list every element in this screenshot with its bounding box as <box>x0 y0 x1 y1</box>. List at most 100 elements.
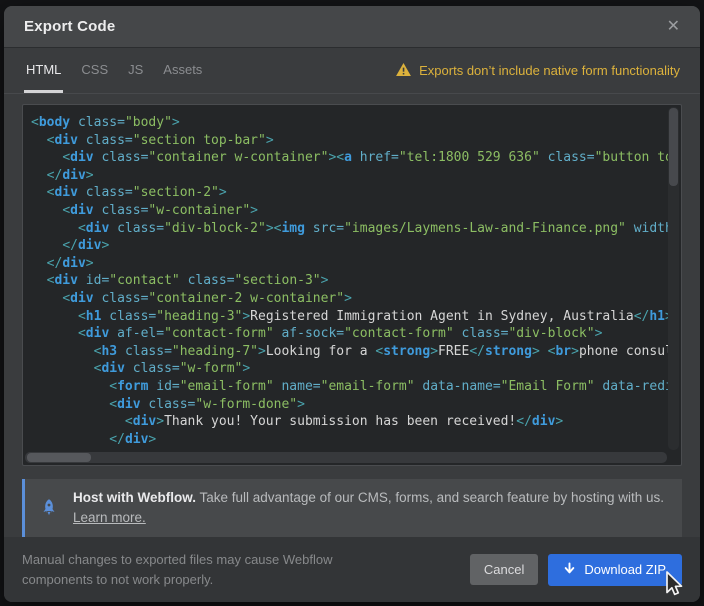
code-token: "email-form" <box>180 379 274 394</box>
code-token: "contact" <box>109 273 179 288</box>
vertical-scrollbar[interactable] <box>668 107 679 450</box>
download-zip-button[interactable]: Download ZIP <box>548 554 682 586</box>
tab-bar: HTML CSS JS Assets Exports don’t include… <box>4 48 700 94</box>
code-token: < <box>78 221 86 236</box>
code-token: </ <box>47 168 63 183</box>
tab-html[interactable]: HTML <box>24 48 63 93</box>
code-token: class= <box>78 115 125 130</box>
code-token: class= <box>86 185 133 200</box>
code-token: div <box>62 168 85 183</box>
code-token: > <box>250 203 258 218</box>
code-token: > <box>242 361 250 376</box>
code-token: div <box>133 414 156 429</box>
code-token: < <box>109 379 117 394</box>
code-token: div <box>86 326 109 341</box>
cancel-button[interactable]: Cancel <box>470 554 538 585</box>
code-token: > <box>297 397 305 412</box>
code-line: <h1 class="heading-3">Registered Immigra… <box>31 308 681 326</box>
code-token: > <box>86 256 94 271</box>
code-token: > <box>148 432 156 447</box>
vertical-scrollbar-thumb[interactable] <box>669 108 678 186</box>
code-token: h1 <box>86 309 102 324</box>
code-token: > <box>172 115 180 130</box>
code-token: br <box>555 344 571 359</box>
code-line: </div> <box>31 255 681 273</box>
horizontal-scrollbar-thumb[interactable] <box>27 453 91 462</box>
horizontal-scrollbar[interactable] <box>25 452 667 463</box>
code-token <box>31 133 47 148</box>
banner-text: Host with Webflow. Take full advantage o… <box>73 488 664 528</box>
rocket-icon <box>25 498 73 518</box>
code-token <box>31 291 62 306</box>
code-token: "Email Form" <box>501 379 595 394</box>
host-with-webflow-banner: Host with Webflow. Take full advantage o… <box>22 479 682 537</box>
code-token <box>31 326 78 341</box>
code-token <box>31 238 62 253</box>
code-token <box>31 256 47 271</box>
code-token: "contact-form" <box>344 326 454 341</box>
code-line: <div class="div-block-2"><img src="image… <box>31 220 681 238</box>
screen: Export Code ✕ HTML CSS JS Assets Exports… <box>0 0 704 606</box>
tab-assets[interactable]: Assets <box>161 48 204 93</box>
close-icon[interactable]: ✕ <box>667 19 680 35</box>
code-token <box>31 309 78 324</box>
code-token <box>540 344 548 359</box>
code-token: >< <box>266 221 282 236</box>
code-token <box>626 221 634 236</box>
footer-note-line1: Manual changes to exported files may cau… <box>22 550 362 570</box>
code-editor[interactable]: <body class="body"> <div class="section … <box>22 104 682 466</box>
code-line: <div class="section-2"> <box>31 184 681 202</box>
code-token: > <box>430 344 438 359</box>
code-token: class= <box>109 309 156 324</box>
code-line: </div> <box>31 237 681 255</box>
code-token: id= <box>156 379 179 394</box>
code-token: img <box>281 221 304 236</box>
code-token: "button to <box>595 150 673 165</box>
code-token: phone consul <box>579 344 673 359</box>
code-line: </div> <box>31 167 681 185</box>
dialog-footer: Manual changes to exported files may cau… <box>4 537 700 602</box>
code-token <box>305 221 313 236</box>
code-token <box>31 185 47 200</box>
code-token: div <box>54 273 77 288</box>
code-token: af-el= <box>117 326 164 341</box>
code-token: "body" <box>125 115 172 130</box>
code-token: class= <box>148 397 195 412</box>
code-token: div <box>86 221 109 236</box>
code-token <box>31 397 109 412</box>
code-token <box>109 326 117 341</box>
code-token <box>31 379 109 394</box>
code-token: </ <box>634 309 650 324</box>
code-token: < <box>62 291 70 306</box>
code-token: "section top-bar" <box>133 133 266 148</box>
tab-css[interactable]: CSS <box>79 48 110 93</box>
code-token: div <box>117 397 140 412</box>
code-token <box>180 273 188 288</box>
code-token: class= <box>101 291 148 306</box>
code-token: > <box>571 344 579 359</box>
banner-title: Host with Webflow. <box>73 490 196 505</box>
code-token: > <box>595 326 603 341</box>
code-token: name= <box>281 379 320 394</box>
learn-more-link[interactable]: Learn more. <box>73 510 146 525</box>
code-token: > <box>101 238 109 253</box>
code-token: "images/Laymens-Law-and-Finance.png" <box>344 221 626 236</box>
footer-note: Manual changes to exported files may cau… <box>22 550 362 590</box>
code-token: div <box>54 133 77 148</box>
code-token: </ <box>62 238 78 253</box>
code-token: > <box>266 133 274 148</box>
footer-buttons: Cancel Download ZIP <box>470 554 682 586</box>
code-token: id= <box>86 273 109 288</box>
code-token: data-redi <box>602 379 672 394</box>
code-token: "w-form-done" <box>195 397 297 412</box>
tab-js[interactable]: JS <box>126 48 145 93</box>
code-token: < <box>125 414 133 429</box>
code-token: > <box>219 185 227 200</box>
code-token: < <box>78 326 86 341</box>
code-line: <div class="w-container"> <box>31 202 681 220</box>
footer-note-line2: components to not work properly. <box>22 570 362 590</box>
code-token <box>454 326 462 341</box>
code-token: "section-3" <box>235 273 321 288</box>
code-token: class= <box>101 150 148 165</box>
code-token: div <box>70 150 93 165</box>
